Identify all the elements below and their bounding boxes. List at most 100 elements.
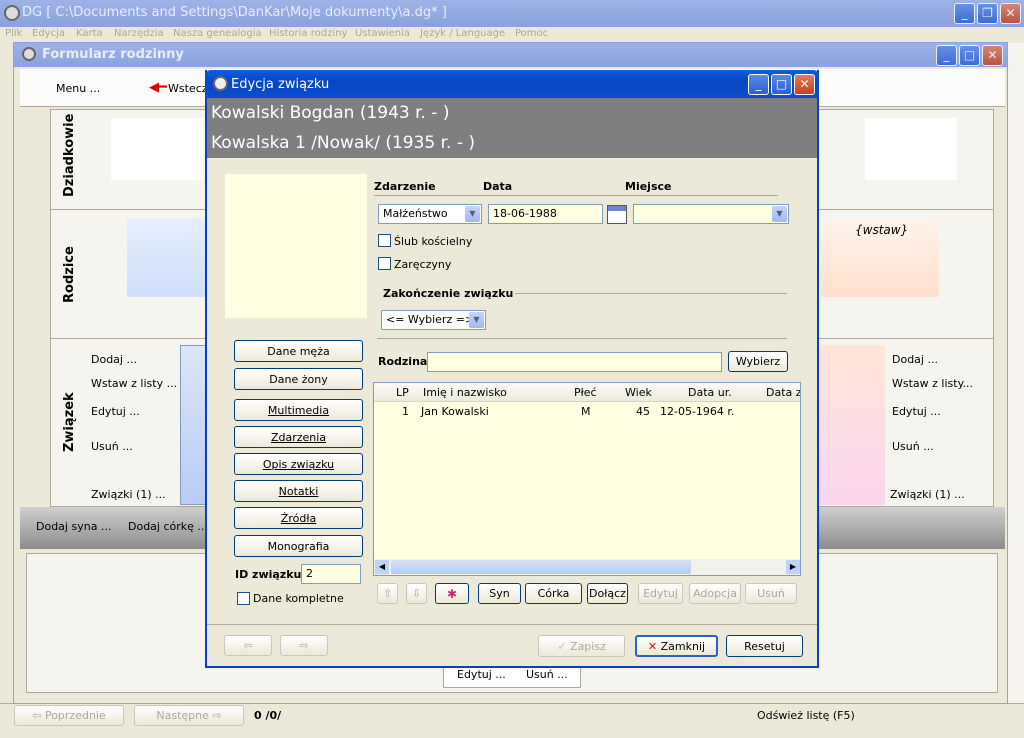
menu-help[interactable]: Pomoc (515, 28, 548, 39)
move-down-button[interactable]: ⇩ (406, 583, 427, 604)
notes-button[interactable]: Notatki (234, 480, 363, 502)
church-wedding-checkbox[interactable] (378, 234, 391, 247)
delete-right[interactable]: Usuń ... (892, 440, 934, 453)
record-counter: 0 /0/ (254, 709, 282, 722)
menu-genealogy[interactable]: Nasza genealogia (173, 28, 262, 39)
dialog-minimize-icon[interactable]: _ (748, 74, 769, 95)
wife-box[interactable] (819, 345, 885, 505)
add-daughter-button[interactable]: Dodaj córkę ... (128, 520, 208, 533)
menu-button[interactable]: Menu ... (56, 82, 100, 95)
back-button[interactable]: Wstecz (168, 82, 208, 95)
delete-left[interactable]: Usuń ... (91, 440, 133, 453)
family-tree-icon[interactable]: ✱ (435, 583, 469, 604)
insert-from-list-left[interactable]: Wstaw z listy ... (91, 377, 177, 390)
menu-file[interactable]: Plik (5, 28, 22, 39)
menu-tools[interactable]: Narzędzia (114, 28, 164, 39)
table-row[interactable]: 1 Jan Kowalski M 45 12-05-1964 r. (374, 403, 800, 419)
nav-prev-icon[interactable]: ⇦ (224, 635, 272, 656)
adoption-button[interactable]: Adopcja (689, 583, 741, 604)
delete-child-button[interactable]: Usuń (745, 583, 797, 604)
edit-left[interactable]: Edytuj ... (91, 405, 140, 418)
father-box[interactable] (127, 219, 217, 297)
event-date-field[interactable]: 18-06-1988 (488, 204, 603, 224)
grandparent-box-4[interactable] (865, 118, 957, 180)
col-name[interactable]: Imię i nazwisko (423, 386, 507, 399)
form-maximize-icon[interactable]: □ (959, 45, 980, 66)
wife-data-button[interactable]: Dane żony (234, 368, 363, 390)
col-lp[interactable]: LP (396, 386, 409, 399)
col-deathdate[interactable]: Data zg (766, 386, 800, 399)
minimize-icon[interactable]: _ (954, 3, 975, 24)
end-chevron-down-icon[interactable]: ▼ (469, 312, 484, 328)
horizontal-scrollbar[interactable]: ◀ ▶ (374, 559, 800, 575)
scroll-thumb[interactable] (391, 560, 691, 574)
event-place-select[interactable]: ▼ (633, 204, 789, 224)
save-button[interactable]: ✓ Zapisz (538, 635, 625, 657)
close-button[interactable]: ✕ Zamknij (635, 635, 718, 657)
add-son-button[interactable]: Dodaj syna ... (36, 520, 111, 533)
reset-button[interactable]: Resetuj (726, 635, 803, 657)
nav-next-icon[interactable]: ⇨ (280, 635, 328, 656)
data-complete-checkbox[interactable] (237, 592, 250, 605)
add-partner-right[interactable]: Dodaj ... (892, 353, 938, 366)
unions-left[interactable]: Związki (1) ... (91, 488, 166, 501)
section-divider (377, 338, 787, 339)
calendar-icon[interactable] (607, 205, 627, 224)
scroll-left-icon[interactable]: ◀ (375, 560, 389, 574)
events-button[interactable]: Zdarzenia (234, 426, 363, 448)
child-edit[interactable]: Edytuj ... (457, 668, 506, 681)
scroll-right-icon[interactable]: ▶ (786, 560, 800, 574)
add-daughter-dialog-button[interactable]: Córka (525, 583, 582, 604)
previous-button[interactable]: ⇦ Poprzednie (14, 705, 124, 726)
husband-data-button[interactable]: Dane męża (234, 340, 363, 362)
main-titlebar: DG [ C:\Documents and Settings\DanKar\Mo… (0, 0, 1024, 27)
next-button[interactable]: Następne ⇨ (134, 705, 244, 726)
menu-history[interactable]: Historia rodziny (269, 28, 347, 39)
menu-settings[interactable]: Ustawienia (355, 28, 410, 39)
union-id-field[interactable]: 2 (301, 564, 361, 584)
col-sex[interactable]: Płeć (574, 386, 597, 399)
unions-right[interactable]: Związki (1) ... (890, 488, 965, 501)
close-icon[interactable]: ✕ (1000, 3, 1021, 24)
photo-area[interactable] (225, 174, 367, 318)
dialog-close-icon[interactable]: ✕ (794, 74, 815, 95)
person-1: Kowalski Bogdan (1943 r. - ) (211, 103, 450, 123)
col-age[interactable]: Wiek (625, 386, 652, 399)
chevron-down-icon[interactable]: ▼ (465, 206, 480, 222)
menu-edit[interactable]: Edycja (32, 28, 65, 39)
form-icon (22, 47, 36, 61)
family-field[interactable] (427, 352, 722, 372)
restore-icon[interactable]: ❐ (977, 3, 998, 24)
event-type-select[interactable]: Małżeństwo ▼ (378, 204, 482, 224)
form-close-icon[interactable]: ✕ (982, 45, 1003, 66)
end-of-union-select[interactable]: <= Wybierz => ▼ (381, 310, 486, 330)
attach-button[interactable]: Dołącz (587, 583, 628, 604)
cell-name: Jan Kowalski (421, 405, 489, 418)
back-arrow-icon: ◀━ (149, 80, 167, 95)
insert-placeholder[interactable]: {wstaw} (855, 223, 908, 237)
col-birthdate[interactable]: Data ur. (688, 386, 732, 399)
move-up-button[interactable]: ⇧ (377, 583, 398, 604)
menu-language[interactable]: Język / Language (420, 28, 505, 39)
union-description-button[interactable]: Opis związku (234, 453, 363, 475)
add-son-dialog-button[interactable]: Syn (478, 583, 521, 604)
form-minimize-icon[interactable]: _ (936, 45, 957, 66)
choose-family-button[interactable]: Wybierz (728, 351, 788, 372)
insert-from-list-right[interactable]: Wstaw z listy... (892, 377, 973, 390)
child-delete[interactable]: Usuń ... (526, 668, 568, 681)
sources-button[interactable]: Źródła (234, 507, 363, 529)
mother-box[interactable]: {wstaw} (821, 219, 939, 297)
grandparent-box-1[interactable] (111, 118, 203, 180)
monograph-button[interactable]: Monografia (234, 535, 363, 557)
end-of-union-line (515, 293, 787, 294)
menu-card[interactable]: Karta (76, 28, 103, 39)
place-chevron-down-icon[interactable]: ▼ (772, 206, 787, 222)
add-partner-left[interactable]: Dodaj ... (91, 353, 137, 366)
edit-child-button[interactable]: Edytuj (638, 583, 683, 604)
dialog-title: Edycja związku (231, 77, 330, 92)
engagement-checkbox[interactable] (378, 257, 391, 270)
edit-right[interactable]: Edytuj ... (892, 405, 941, 418)
dialog-maximize-icon[interactable]: □ (771, 74, 792, 95)
refresh-list-link[interactable]: Odśwież listę (F5) (757, 709, 855, 722)
multimedia-button[interactable]: Multimedia (234, 399, 363, 421)
